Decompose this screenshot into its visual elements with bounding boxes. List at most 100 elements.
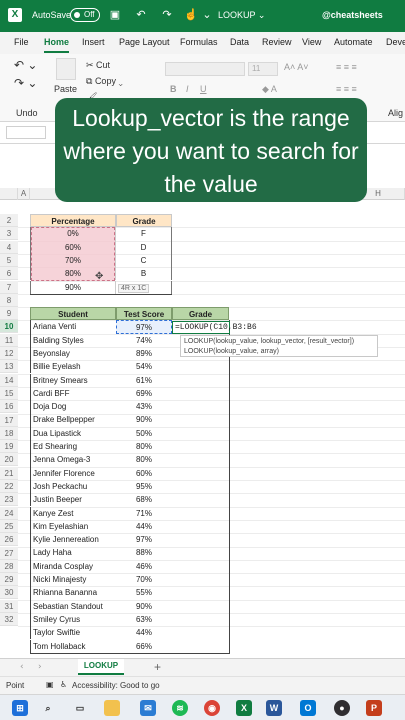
undo-icon[interactable]: ↶ ⌄ [14,58,37,72]
student-name-cell[interactable]: Drake Bellpepper [30,413,116,427]
grade-result-cell[interactable] [172,573,229,586]
grade-result-cell[interactable] [172,374,229,387]
grade-result-cell[interactable] [172,360,229,373]
row-header[interactable]: 23 [0,493,18,507]
quick-access-icon[interactable]: ⌄ [200,8,214,22]
copy-button[interactable]: ⧉ Copy ⌄ [86,76,123,87]
grade-cell[interactable]: F [116,227,172,241]
test-score-cell[interactable]: 90% [116,413,172,426]
row-header[interactable]: 30 [0,586,18,600]
student-name-cell[interactable]: Josh Peckachu [30,479,116,494]
row-header[interactable]: 2 [0,214,18,227]
grade-result-cell[interactable] [172,546,229,559]
name-box[interactable] [6,126,46,139]
row-header[interactable]: 4 [0,240,18,254]
tab-view[interactable]: View [302,37,321,47]
grade-result-cell[interactable] [172,560,229,573]
student-name-cell[interactable]: Ed Shearing [30,440,116,454]
percentage-cell[interactable]: 60% [30,240,116,254]
test-score-cell[interactable]: 61% [116,374,172,387]
test-score-cell[interactable]: 46% [116,560,172,573]
student-name-cell[interactable]: Jennifer Florence [30,466,116,480]
row-header[interactable]: 18 [0,426,18,440]
grade-result-cell[interactable] [172,520,229,533]
redo-icon[interactable]: ↷ ⌄ [14,76,37,90]
excel-icon[interactable]: X [236,700,252,716]
italic-icon[interactable]: I [186,84,189,94]
grade-result-cell[interactable] [172,493,229,506]
test-score-cell[interactable]: 44% [116,626,172,639]
word-icon[interactable]: W [266,700,282,716]
document-title[interactable]: LOOKUP ⌄ [218,10,265,21]
test-score-cell[interactable]: 60% [116,467,172,480]
grade-result-cell[interactable] [172,413,229,426]
row-header[interactable]: 31 [0,599,18,613]
test-score-cell[interactable]: 97% [116,320,172,334]
font-family-select[interactable] [165,62,245,76]
autosave-toggle[interactable]: Off [70,8,100,22]
student-name-cell[interactable]: Tom Hollaback [30,639,116,653]
macro-record-icon[interactable]: ▣ [46,680,54,689]
chrome-icon[interactable]: ◉ [204,700,220,716]
test-score-cell[interactable]: 71% [116,507,172,520]
test-score-cell[interactable]: 80% [116,440,172,453]
row-header[interactable]: 5 [0,253,18,267]
grade-result-cell[interactable] [172,613,229,626]
grade-result-cell[interactable] [172,400,229,413]
test-score-cell[interactable]: 89% [116,347,172,360]
grade-cell[interactable]: C [116,253,172,268]
grade-result-cell[interactable] [172,600,229,613]
tab-file[interactable]: File [14,37,29,47]
bold-icon[interactable]: B [170,84,177,94]
row-header[interactable]: 28 [0,559,18,573]
test-score-cell[interactable]: 70% [116,573,172,586]
test-score-cell[interactable]: 43% [116,400,172,413]
row-header[interactable]: 25 [0,519,18,533]
test-score-cell[interactable]: 54% [116,360,172,373]
grade-result-cell[interactable] [172,507,229,520]
student-name-cell[interactable]: Rhianna Bananna [30,586,116,600]
percentage-cell[interactable]: 0% [30,227,116,241]
redo-icon[interactable]: ↷ [160,8,174,22]
test-score-cell[interactable]: 80% [116,453,172,466]
student-name-cell[interactable]: Kanye Zest [30,506,116,520]
student-name-cell[interactable]: Kylie Jennereation [30,533,116,547]
grade-result-cell[interactable] [172,467,229,480]
student-name-cell[interactable]: Justin Beeper [30,493,116,507]
outlook-icon[interactable]: O [300,700,316,716]
student-name-cell[interactable]: Nicki Minajesty [30,573,116,587]
student-name-cell[interactable]: Sebastian Standout [30,599,116,613]
scroll-right-icon[interactable]: › [38,662,42,672]
test-score-cell[interactable]: 55% [116,586,172,599]
grade-result-cell[interactable] [172,480,229,493]
align-top-icon[interactable]: ≡ ≡ ≡ [336,62,357,72]
student-name-cell[interactable]: Taylor Swiftie [30,626,116,640]
test-score-cell[interactable]: 63% [116,613,172,626]
row-header[interactable]: 12 [0,347,18,360]
student-name-cell[interactable]: Kim Eyelashian [30,519,116,534]
tab-data[interactable]: Data [230,37,249,47]
underline-icon[interactable]: U [200,84,207,94]
test-score-cell[interactable]: 44% [116,520,172,533]
grade-result-cell[interactable] [172,640,229,653]
test-score-cell[interactable]: 50% [116,427,172,440]
percentage-cell[interactable]: 90% [30,280,116,294]
column-header-a[interactable]: A [18,188,30,200]
test-score-cell[interactable]: 74% [116,334,172,347]
grade-result-cell[interactable] [172,427,229,440]
student-name-cell[interactable]: Doja Dog [30,400,116,414]
student-name-cell[interactable]: Lady Haha [30,546,116,560]
test-score-cell[interactable]: 88% [116,546,172,559]
header-student[interactable]: Student [30,307,116,321]
font-size-select[interactable]: 11 [248,62,278,76]
test-score-cell[interactable]: 69% [116,387,172,400]
taskview-icon[interactable]: ▭ [72,700,88,716]
row-header[interactable]: 29 [0,573,18,587]
tab-developer[interactable]: Deve [386,37,405,47]
add-sheet-button[interactable]: + [154,660,161,674]
row-header[interactable]: 3 [0,227,18,241]
header-grade[interactable]: Grade [172,307,229,321]
scroll-left-icon[interactable]: ‹ [20,662,24,672]
search-icon[interactable]: ⌕ [40,700,56,716]
student-name-cell[interactable]: Billie Eyelash [30,360,116,374]
